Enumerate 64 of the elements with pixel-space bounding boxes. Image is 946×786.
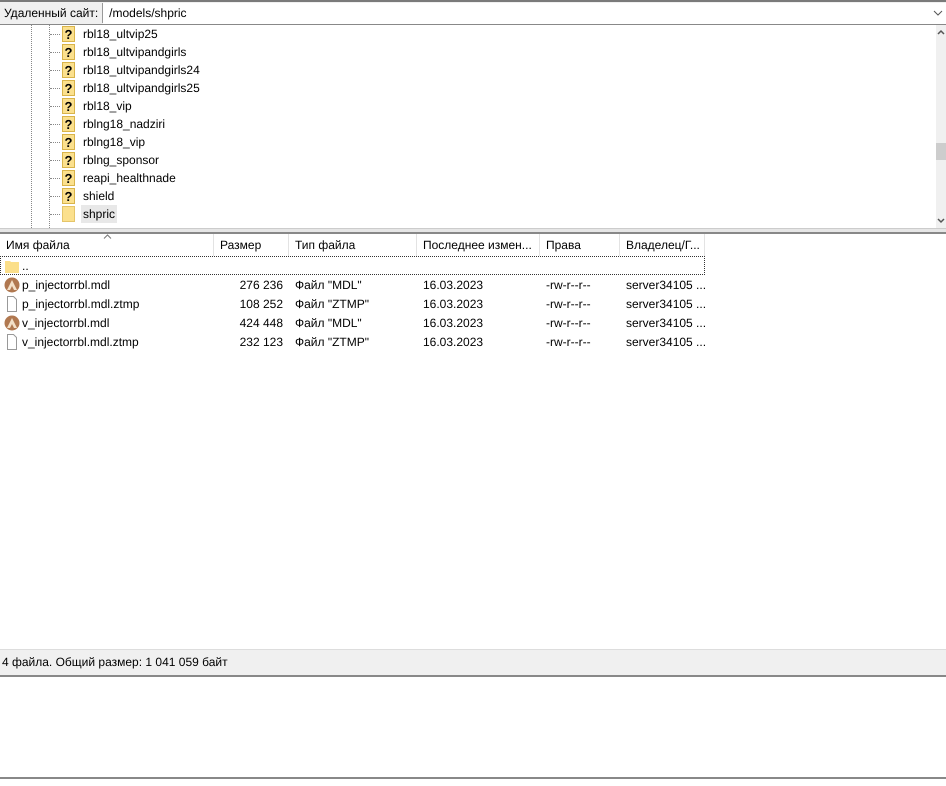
owner: server34105 ... xyxy=(625,296,705,310)
folder-name[interactable]: rbl18_ultvipandgirls xyxy=(81,43,188,61)
file-name[interactable]: v_injectorrbl.mdl xyxy=(22,316,110,330)
status-bar: 4 файла. Общий размер: 1 041 059 байт xyxy=(0,649,946,677)
file-icon xyxy=(4,296,20,312)
unknown-folder-icon: ? xyxy=(62,134,75,150)
file-type: Файл "MDL" xyxy=(294,316,363,330)
modified-date: 16.03.2023 xyxy=(422,278,484,292)
file-name[interactable]: .. xyxy=(22,258,29,272)
model-file-icon xyxy=(4,314,20,330)
folder-name[interactable]: rbl18_vip xyxy=(81,97,134,115)
unknown-folder-icon: ? xyxy=(62,152,75,168)
modified-date: 16.03.2023 xyxy=(422,296,484,310)
file-icon xyxy=(4,334,20,350)
folder-name[interactable]: shield xyxy=(81,187,116,205)
path-field[interactable]: /models/shpric xyxy=(103,2,946,24)
owner: server34105 ... xyxy=(625,278,705,292)
column-header[interactable]: Последнее измен... xyxy=(417,234,540,256)
modified-date: 16.03.2023 xyxy=(422,316,484,330)
unknown-folder-icon: ? xyxy=(62,62,75,78)
column-header[interactable]: Размер xyxy=(214,234,289,256)
folder-name[interactable]: rblng18_nadziri xyxy=(81,115,168,133)
folder-icon xyxy=(62,206,75,222)
scrollbar[interactable] xyxy=(936,25,946,228)
permissions: -rw-r--r-- xyxy=(545,278,592,292)
owner: server34105 ... xyxy=(625,316,705,330)
file-type: Файл "MDL" xyxy=(294,278,363,292)
scroll-down-icon[interactable] xyxy=(937,218,945,224)
folder-name[interactable]: reapi_healthnade xyxy=(81,169,178,187)
unknown-folder-icon: ? xyxy=(62,26,75,42)
unknown-folder-icon: ? xyxy=(62,44,75,60)
file-name[interactable]: p_injectorrbl.mdl.ztmp xyxy=(22,296,140,310)
model-file-icon xyxy=(4,276,20,292)
file-type: Файл "ZTMP" xyxy=(294,296,370,310)
unknown-folder-icon: ? xyxy=(62,80,75,96)
permissions: -rw-r--r-- xyxy=(545,296,592,310)
unknown-folder-icon: ? xyxy=(62,188,75,204)
file-type: Файл "ZTMP" xyxy=(294,334,370,348)
file-size: 108 252 xyxy=(238,296,284,310)
dropdown-icon[interactable] xyxy=(933,9,943,17)
unknown-folder-icon: ? xyxy=(62,98,75,114)
folder-name[interactable]: rbl18_ultvipandgirls24 xyxy=(81,61,202,79)
modified-date: 16.03.2023 xyxy=(422,334,484,348)
file-size: 424 448 xyxy=(238,316,284,330)
folder-name[interactable]: rblng18_vip xyxy=(81,133,148,151)
column-header[interactable]: Тип файла xyxy=(289,234,417,256)
owner: server34105 ... xyxy=(625,334,705,348)
file-size: 276 236 xyxy=(238,278,284,292)
unknown-folder-icon: ? xyxy=(62,116,75,132)
file-size: 232 123 xyxy=(238,334,284,348)
column-header[interactable]: Имя файла xyxy=(0,234,214,256)
permissions: -rw-r--r-- xyxy=(545,334,592,348)
folder-name[interactable]: shpric xyxy=(81,205,118,223)
folder-name[interactable]: rblng_sponsor xyxy=(81,151,162,169)
file-name[interactable]: v_injectorrbl.mdl.ztmp xyxy=(22,334,139,348)
folder-name[interactable]: rbl18_ultvipandgirls25 xyxy=(81,79,202,97)
scroll-up-icon[interactable] xyxy=(937,29,945,35)
unknown-folder-icon: ? xyxy=(62,170,75,186)
folder-name[interactable]: rbl18_ultvip25 xyxy=(81,25,160,43)
permissions: -rw-r--r-- xyxy=(545,316,592,330)
file-name[interactable]: p_injectorrbl.mdl xyxy=(22,278,110,292)
scrollbar-thumb[interactable] xyxy=(936,143,946,160)
column-header[interactable]: Владелец/Г... xyxy=(620,234,705,256)
column-header[interactable]: Права xyxy=(540,234,620,256)
